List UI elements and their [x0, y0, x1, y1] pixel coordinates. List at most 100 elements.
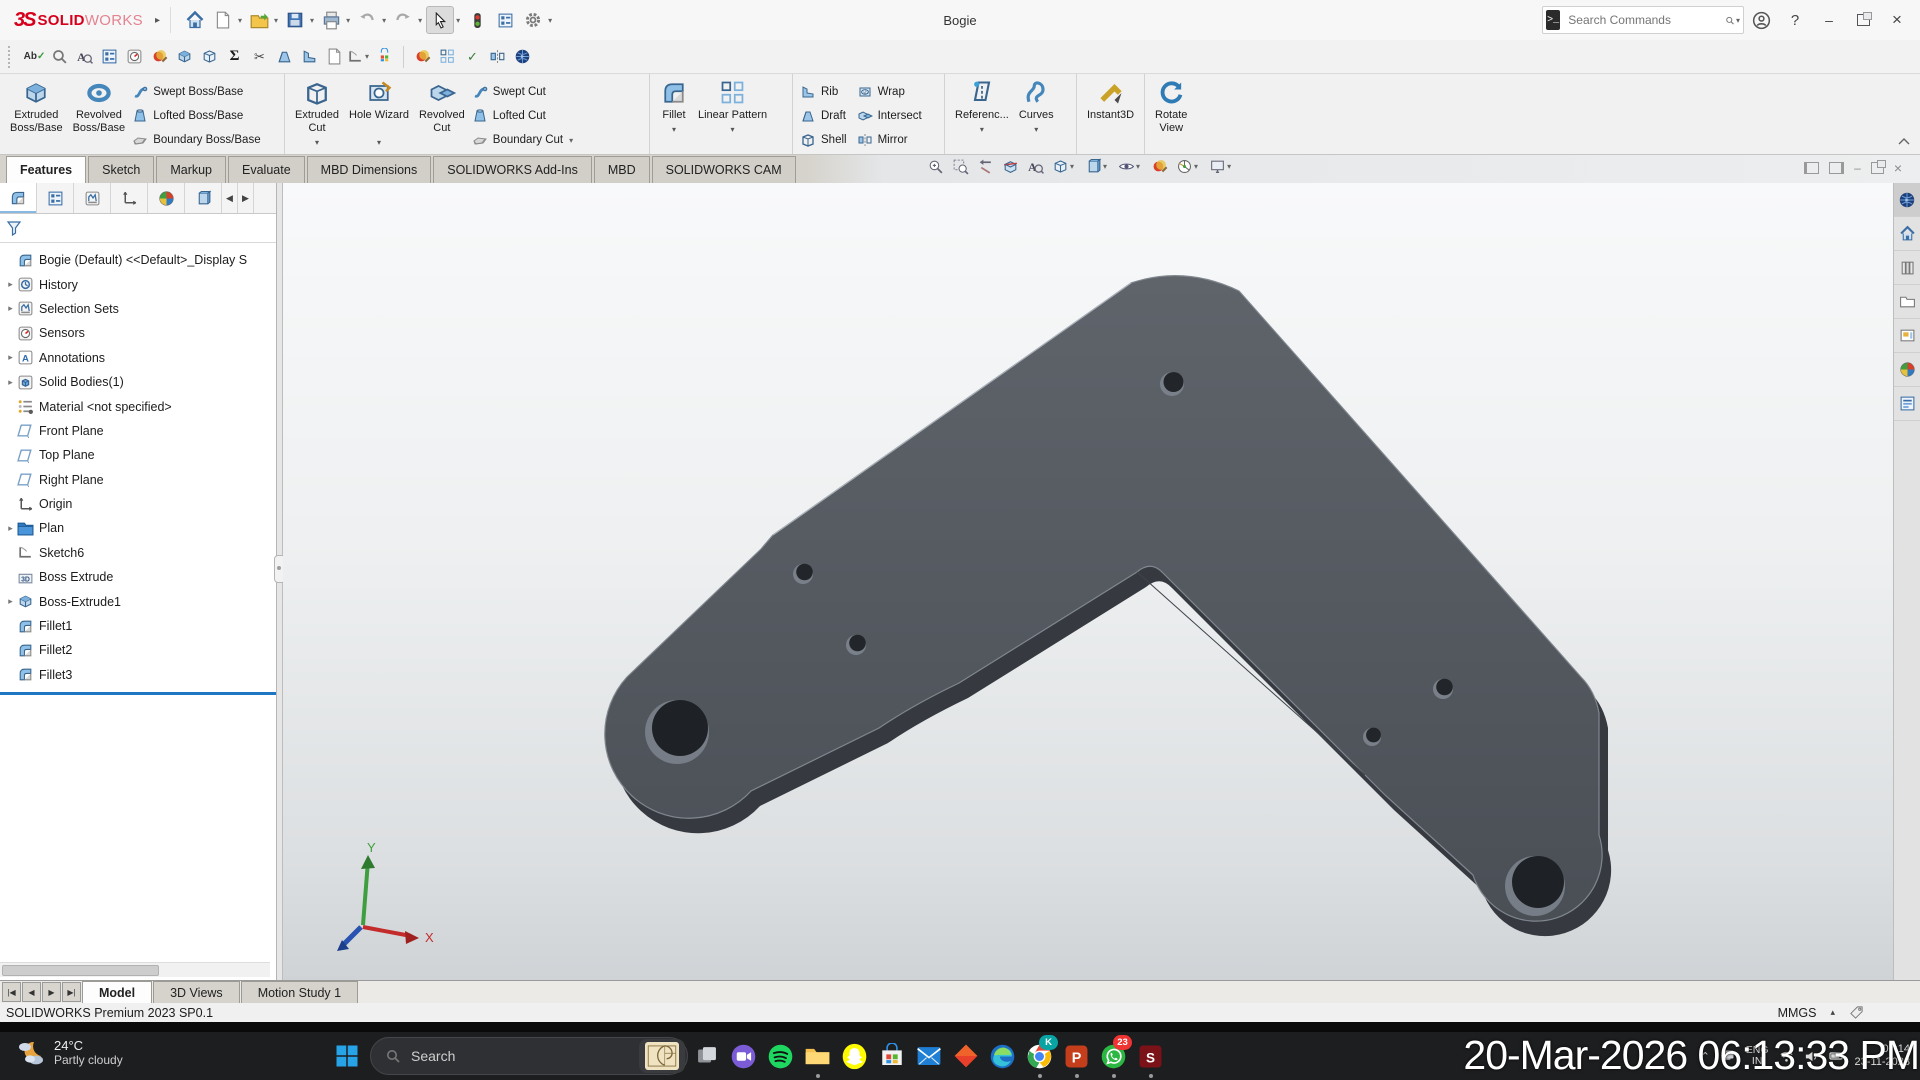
fillet-button[interactable]: Fillet ▾	[657, 78, 691, 154]
3d-views-tab[interactable]: 3D Views	[153, 981, 240, 1003]
tree-item-top-plane[interactable]: Top Plane	[0, 443, 276, 467]
boundary-cut-button[interactable]: Boundary Cut▾	[472, 131, 576, 150]
tabs-scroll-right[interactable]: ▶	[238, 183, 254, 213]
powerpoint-icon[interactable]	[1058, 1032, 1095, 1080]
tree-filter-row[interactable]	[0, 214, 276, 243]
verify-icon[interactable]: ✓	[460, 45, 485, 69]
performance-evaluation-icon[interactable]	[122, 45, 147, 69]
revolved-cut-button[interactable]: Revolved Cut	[416, 78, 468, 154]
select-tool-button[interactable]	[426, 6, 454, 34]
tree-root[interactable]: Bogie (Default) <<Default>_Display S	[0, 248, 276, 272]
file-explorer-pane-button[interactable]	[1894, 285, 1920, 319]
solidworks-taskbar-icon[interactable]	[1132, 1032, 1169, 1080]
tree-item-boss-extrude1[interactable]: ▸Boss-Extrude1	[0, 589, 276, 613]
tag-icon[interactable]	[1849, 1005, 1864, 1020]
reference-geometry-button[interactable]: Referenc... ▾	[952, 78, 1012, 154]
doc-minimize-icon[interactable]: –	[1854, 161, 1861, 175]
dropdown-arrow[interactable]: ▾	[569, 136, 573, 145]
weather-widget[interactable]: 24°C Partly cloudy	[14, 1036, 123, 1068]
design-library-button[interactable]	[1894, 251, 1920, 285]
menu-flyout-arrow[interactable]: ▸	[155, 15, 160, 26]
hole-wizard-button[interactable]: Hole Wizard ▾	[346, 78, 412, 154]
snapchat-icon[interactable]	[836, 1032, 873, 1080]
featuremanager-design-tree-tab[interactable]	[0, 183, 37, 213]
toolbar-grip[interactable]	[8, 46, 14, 68]
tree-item-solid-bodies[interactable]: ▸Solid Bodies(1)	[0, 370, 276, 394]
tree-item-fillet3[interactable]: Fillet3	[0, 663, 276, 687]
instant3d-button[interactable]: Instant3D	[1084, 78, 1137, 154]
shell-button[interactable]: Shell	[800, 131, 847, 150]
tab-markup[interactable]: Markup	[156, 156, 226, 183]
wrap-button[interactable]: Wrap	[857, 83, 922, 102]
video-app-icon[interactable]	[725, 1032, 762, 1080]
restore-button[interactable]	[1846, 5, 1880, 35]
microsoft-store-icon[interactable]	[873, 1032, 910, 1080]
panel-horizontal-scrollbar[interactable]	[0, 962, 270, 977]
units-spinner-arrow[interactable]: ▴	[1830, 1007, 1835, 1018]
tree-item-right-plane[interactable]: Right Plane	[0, 468, 276, 492]
motion-study-tab[interactable]: Motion Study 1	[241, 981, 358, 1003]
dropdown-arrow[interactable]: ▾	[980, 123, 984, 136]
search-highlight-button[interactable]	[639, 1039, 685, 1073]
diamond-app-icon[interactable]	[947, 1032, 984, 1080]
bogie-part-model[interactable]	[283, 183, 1893, 980]
display-style-button[interactable]: ▾	[1083, 157, 1112, 176]
dimxpertmanager-tab[interactable]	[111, 183, 148, 213]
tab-evaluate[interactable]: Evaluate	[228, 156, 305, 183]
search-icon[interactable]	[1725, 13, 1735, 28]
tree-item-plan-folder[interactable]: ▸Plan	[0, 516, 276, 540]
equations-icon[interactable]: Σ	[222, 45, 247, 69]
tree-item-boss-extrude[interactable]: Boss Extrude	[0, 565, 276, 589]
linear-pattern-button[interactable]: Linear Pattern ▾	[695, 78, 770, 154]
minimize-button[interactable]: –	[1812, 5, 1846, 35]
undo-button[interactable]	[354, 7, 380, 33]
print-button[interactable]	[318, 7, 344, 33]
search-dropdown-arrow[interactable]: ▾	[1736, 16, 1740, 25]
taskbar-search-box[interactable]: Search	[370, 1037, 688, 1075]
doc-prev-icon[interactable]	[1804, 162, 1819, 174]
graphics-viewport[interactable]: Y X	[283, 183, 1893, 980]
save-dropdown-arrow[interactable]: ▾	[310, 16, 314, 25]
options-button[interactable]	[520, 7, 546, 33]
sync-globe-icon[interactable]	[510, 45, 535, 69]
scroll-first-button[interactable]: |◀	[2, 982, 21, 1002]
chrome-icon[interactable]: K	[1021, 1032, 1058, 1080]
3dexperience-pane-button[interactable]	[1894, 183, 1920, 217]
lofted-boss-base-button[interactable]: Lofted Boss/Base	[132, 107, 260, 126]
draft-button[interactable]: Draft	[800, 107, 847, 126]
doc-close-icon[interactable]: ×	[1894, 160, 1902, 176]
tabs-scroll-left[interactable]: ◀	[222, 183, 238, 213]
scrollbar-thumb[interactable]	[2, 965, 159, 976]
intersect-button[interactable]: Intersect	[857, 107, 922, 126]
file-properties-button[interactable]	[492, 7, 518, 33]
apply-scene-button[interactable]: ▾	[1174, 157, 1203, 176]
lofted-cut-button[interactable]: Lofted Cut	[472, 107, 576, 126]
mirror-button[interactable]: Mirror	[857, 131, 922, 150]
home-pane-button[interactable]	[1894, 217, 1920, 251]
tree-item-fillet1[interactable]: Fillet1	[0, 614, 276, 638]
dropdown-arrow[interactable]: ▾	[1034, 123, 1038, 136]
redo-button[interactable]	[390, 7, 416, 33]
home-button[interactable]	[182, 7, 208, 33]
ribbon-collapse-chevron[interactable]	[1898, 138, 1910, 146]
extruded-boss-base-button[interactable]: Extruded Boss/Base	[7, 78, 66, 154]
tree-item-sensors[interactable]: Sensors	[0, 321, 276, 345]
tree-item-origin[interactable]: Origin	[0, 492, 276, 516]
options-dropdown-arrow[interactable]: ▾	[548, 16, 552, 25]
design-checker-icon[interactable]: ▾	[347, 45, 372, 69]
cam-tree-tab[interactable]	[185, 183, 222, 213]
trim-tool-icon[interactable]: ✂	[247, 45, 272, 69]
task-view-button[interactable]	[688, 1032, 725, 1080]
flatten-tool-icon[interactable]	[297, 45, 322, 69]
view-orientation-button[interactable]: ▾	[1050, 157, 1079, 176]
annotations-visibility-button[interactable]	[1025, 157, 1046, 176]
search-commands-input[interactable]	[1566, 12, 1725, 28]
tree-item-front-plane[interactable]: Front Plane	[0, 419, 276, 443]
tree-item-annotations[interactable]: ▸Annotations	[0, 346, 276, 370]
save-button[interactable]	[282, 7, 308, 33]
tab-sketch[interactable]: Sketch	[88, 156, 154, 183]
tree-item-material[interactable]: Material <not specified>	[0, 394, 276, 418]
select-dropdown-arrow[interactable]: ▾	[456, 16, 460, 25]
doc-restore-icon[interactable]	[1871, 162, 1884, 174]
configurationmanager-tab[interactable]	[74, 183, 111, 213]
